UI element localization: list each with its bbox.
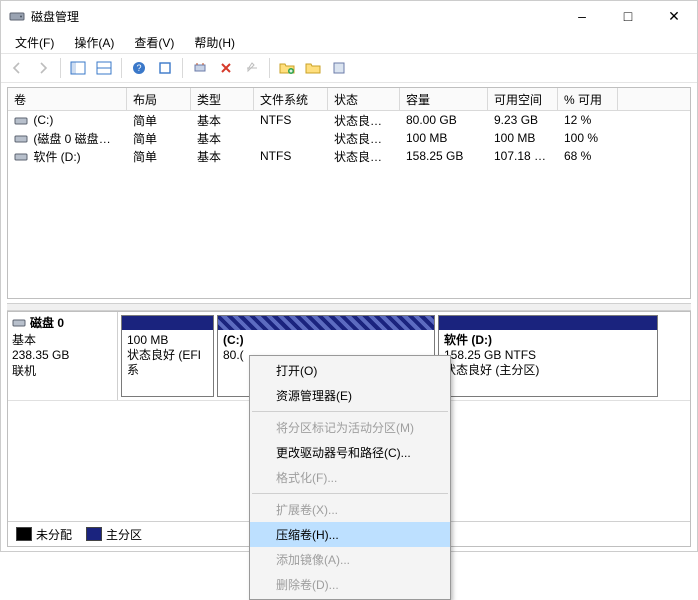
delete-button[interactable]	[214, 56, 238, 80]
menu-file[interactable]: 文件(F)	[7, 32, 62, 53]
cell: NTFS	[254, 112, 328, 128]
menu-view[interactable]: 查看(V)	[126, 32, 182, 53]
cell: 简单	[127, 147, 191, 166]
col-capacity[interactable]: 容量	[400, 88, 488, 110]
context-menu-item[interactable]: 更改驱动器号和路径(C)...	[250, 440, 450, 465]
context-menu-item: 删除卷(D)...	[250, 572, 450, 597]
cell: 100 MB	[400, 130, 488, 146]
toolbar: ?	[1, 53, 697, 83]
partition[interactable]: 100 MB状态良好 (EFI 系	[121, 315, 214, 397]
close-button[interactable]: ✕	[651, 1, 697, 31]
partition-body: 软件 (D:)158.25 GB NTFS状态良好 (主分区)	[439, 330, 657, 396]
disk-status: 联机	[12, 362, 113, 379]
pane-splitter[interactable]	[7, 303, 691, 311]
cell: (磁盘 0 磁盘分区 1)	[8, 129, 127, 148]
partition-header-bar	[122, 316, 213, 330]
disk-info[interactable]: 磁盘 0 基本 238.35 GB 联机	[8, 312, 118, 400]
cell: 状态良好 (…	[328, 129, 400, 148]
open-folder-button[interactable]	[301, 56, 325, 80]
disk-management-window: 磁盘管理 – □ ✕ 文件(F) 操作(A) 查看(V) 帮助(H) ?	[0, 0, 698, 552]
context-menu-item[interactable]: 压缩卷(H)...	[250, 522, 450, 547]
rescan-button[interactable]	[188, 56, 212, 80]
cell: (C:)	[8, 112, 127, 128]
table-row[interactable]: (C:)简单基本NTFS状态良好 (…80.00 GB9.23 GB12 %	[8, 111, 690, 129]
table-row[interactable]: 软件 (D:)简单基本NTFS状态良好 (…158.25 GB107.18 …6…	[8, 147, 690, 165]
cell: 80.00 GB	[400, 112, 488, 128]
volume-list-header[interactable]: 卷 布局 类型 文件系统 状态 容量 可用空间 % 可用	[8, 88, 690, 111]
legend-swatch-primary	[86, 527, 102, 541]
cell: 68 %	[558, 148, 618, 164]
table-row[interactable]: (磁盘 0 磁盘分区 1)简单基本状态良好 (…100 MB100 MB100 …	[8, 129, 690, 147]
context-menu-item[interactable]: 打开(O)	[250, 358, 450, 383]
col-fs[interactable]: 文件系统	[254, 88, 328, 110]
titlebar[interactable]: 磁盘管理 – □ ✕	[1, 1, 697, 31]
menu-separator	[252, 493, 448, 494]
nav-forward-button[interactable]	[31, 56, 55, 80]
disk-name: 磁盘 0	[30, 314, 64, 331]
partition-body: 100 MB状态良好 (EFI 系	[122, 330, 213, 396]
svg-text:?: ?	[136, 63, 141, 73]
cell: 基本	[191, 111, 254, 130]
col-free[interactable]: 可用空间	[488, 88, 558, 110]
disk-type: 基本	[12, 331, 113, 348]
legend-swatch-unallocated	[16, 527, 32, 541]
cell: 100 %	[558, 130, 618, 146]
partition-header-bar	[439, 316, 657, 330]
context-menu-item: 将分区标记为活动分区(M)	[250, 415, 450, 440]
partition[interactable]: 软件 (D:)158.25 GB NTFS状态良好 (主分区)	[438, 315, 658, 397]
col-pctfree[interactable]: % 可用	[558, 88, 618, 110]
cell: 基本	[191, 147, 254, 166]
cell: 状态良好 (…	[328, 147, 400, 166]
volume-icon	[14, 133, 28, 145]
menu-help[interactable]: 帮助(H)	[186, 32, 243, 53]
partition-header-bar	[218, 316, 434, 330]
cell: 基本	[191, 129, 254, 148]
help-button[interactable]: ?	[127, 56, 151, 80]
context-menu-item: 扩展卷(X)...	[250, 497, 450, 522]
context-menu-item: 格式化(F)...	[250, 465, 450, 490]
volume-icon	[14, 115, 28, 127]
disk-size: 238.35 GB	[12, 348, 113, 362]
volume-icon	[14, 151, 28, 163]
cell: 100 MB	[488, 130, 558, 146]
window-title: 磁盘管理	[31, 8, 79, 25]
maximize-button[interactable]: □	[605, 1, 651, 31]
cell	[254, 137, 328, 139]
new-folder-button[interactable]	[275, 56, 299, 80]
context-menu-item[interactable]: 资源管理器(E)	[250, 383, 450, 408]
col-volume[interactable]: 卷	[8, 88, 127, 110]
cell: NTFS	[254, 148, 328, 164]
legend-primary: 主分区	[106, 526, 142, 543]
layout-detail-button[interactable]	[92, 56, 116, 80]
menu-separator	[252, 411, 448, 412]
col-type[interactable]: 类型	[191, 88, 254, 110]
col-status[interactable]: 状态	[328, 88, 400, 110]
context-menu: 打开(O)资源管理器(E) 将分区标记为活动分区(M)更改驱动器号和路径(C)..…	[249, 355, 451, 600]
cell: 9.23 GB	[488, 112, 558, 128]
legend-unallocated: 未分配	[36, 526, 72, 543]
volume-list[interactable]: 卷 布局 类型 文件系统 状态 容量 可用空间 % 可用 (C:)简单基本NTF…	[7, 87, 691, 299]
refresh-button[interactable]	[153, 56, 177, 80]
cell: 简单	[127, 111, 191, 130]
layout-list-button[interactable]	[66, 56, 90, 80]
cell: 状态良好 (…	[328, 111, 400, 130]
nav-back-button[interactable]	[5, 56, 29, 80]
context-menu-item: 添加镜像(A)...	[250, 547, 450, 572]
menubar: 文件(F) 操作(A) 查看(V) 帮助(H)	[1, 31, 697, 53]
disk-icon	[12, 317, 26, 329]
cell: 12 %	[558, 112, 618, 128]
minimize-button[interactable]: –	[559, 1, 605, 31]
cell: 简单	[127, 129, 191, 148]
properties-button[interactable]	[240, 56, 264, 80]
menu-action[interactable]: 操作(A)	[66, 32, 122, 53]
cell: 软件 (D:)	[8, 147, 127, 166]
cell: 107.18 …	[488, 148, 558, 164]
app-icon	[9, 8, 25, 24]
settings-button[interactable]	[327, 56, 351, 80]
col-layout[interactable]: 布局	[127, 88, 191, 110]
cell: 158.25 GB	[400, 148, 488, 164]
